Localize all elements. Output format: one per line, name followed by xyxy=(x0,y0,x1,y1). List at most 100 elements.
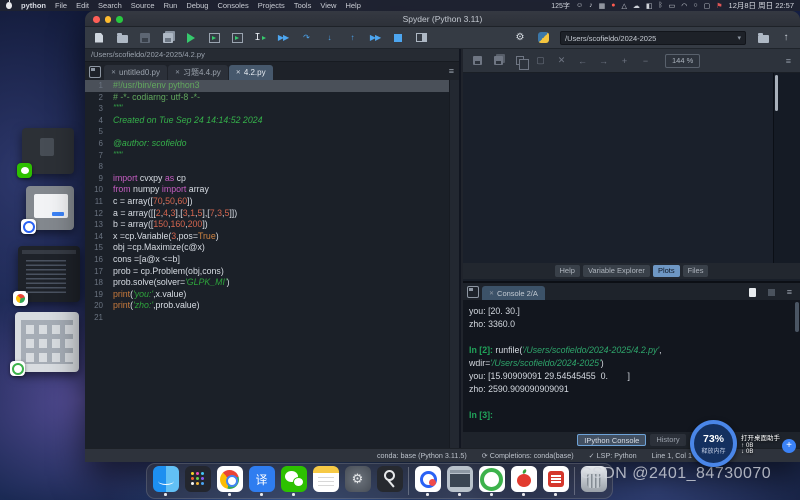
clipboard-icon[interactable] xyxy=(749,288,756,297)
assistant-plus-button[interactable]: + xyxy=(782,439,796,453)
working-directory-select[interactable]: /Users/scofieldo/2024-2025 ▾ xyxy=(560,31,746,45)
close-icon[interactable]: ✕ xyxy=(489,290,494,297)
red-apple-icon[interactable] xyxy=(511,466,537,492)
minimized-window-launchpad[interactable] xyxy=(15,312,79,372)
run-selection-button[interactable]: I xyxy=(254,32,266,44)
menu-file[interactable]: File xyxy=(55,1,67,10)
dock-item-red-apple[interactable] xyxy=(510,466,537,496)
step-out-button[interactable]: ↑ xyxy=(346,32,358,44)
input-flag-icon[interactable]: ⚑ xyxy=(716,2,722,10)
code-line-12[interactable]: 12a = array([[2,4,3],[3,1,5],[7,3,5]]) xyxy=(85,208,459,220)
bottom-tab-history[interactable]: History xyxy=(650,434,685,446)
display-icon[interactable]: ▢ xyxy=(704,2,711,10)
menu-source[interactable]: Source xyxy=(131,1,155,10)
console-tab[interactable]: ✕ Console 2/A xyxy=(482,286,545,300)
close-icon[interactable]: ✕ xyxy=(111,69,116,76)
preferences-wrench-icon[interactable]: ⚙ xyxy=(514,32,526,44)
code-line-8[interactable]: 8 xyxy=(85,161,459,173)
continue-button[interactable]: ▶▶ xyxy=(369,32,381,44)
settings-icon[interactable]: ⚙ xyxy=(345,466,371,492)
code-line-10[interactable]: 10from numpy import array xyxy=(85,184,459,196)
pane-tab-plots[interactable]: Plots xyxy=(653,265,680,277)
stop-debug-button[interactable] xyxy=(392,32,404,44)
code-editor[interactable]: 1#!/usr/bin/env python32# -*- codiarng: … xyxy=(85,80,459,448)
code-line-14[interactable]: 14x =cp.Variable(3,pos=True) xyxy=(85,231,459,243)
plots-save-all-button[interactable] xyxy=(493,55,504,66)
editor-tab-4.2.py[interactable]: ✕4.2.py xyxy=(229,65,273,80)
pane-tab-variable-explorer[interactable]: Variable Explorer xyxy=(583,265,650,277)
notes-icon[interactable] xyxy=(313,466,339,492)
menu-search[interactable]: Search xyxy=(98,1,122,10)
code-line-7[interactable]: 7""" xyxy=(85,150,459,162)
maximize-pane-button[interactable] xyxy=(415,32,427,44)
menubar-app-name[interactable]: python xyxy=(21,1,46,10)
cloud-sync-icon[interactable]: ☁ xyxy=(633,2,640,10)
menu-help[interactable]: Help xyxy=(345,1,360,10)
code-line-9[interactable]: 9import cvxpy as cp xyxy=(85,173,459,185)
step-into-button[interactable]: ↓ xyxy=(323,32,335,44)
code-line-15[interactable]: 15obj =cp.Maximize(c@x) xyxy=(85,242,459,254)
browse-tabs-button[interactable] xyxy=(89,66,101,78)
code-line-3[interactable]: 3""" xyxy=(85,103,459,115)
menu-edit[interactable]: Edit xyxy=(76,1,89,10)
code-line-11[interactable]: 11c = array([70,50,60]) xyxy=(85,196,459,208)
zoom-out-button[interactable]: − xyxy=(640,55,651,66)
code-line-20[interactable]: 20print('zho:',prob.value) xyxy=(85,300,459,312)
dock-item-translate[interactable]: 译 xyxy=(248,466,275,496)
code-line-18[interactable]: 18prob.solve(solver='GLPK_MI') xyxy=(85,277,459,289)
minimized-window-wechat[interactable] xyxy=(22,128,74,174)
dock-item-seal[interactable] xyxy=(542,466,569,496)
editor-tab-习题4.4.py[interactable]: ✕习题4.4.py xyxy=(168,65,228,80)
zoom-in-button[interactable]: + xyxy=(619,55,630,66)
code-line-6[interactable]: 6@author: scofieldo xyxy=(85,138,459,150)
console-scrollbar[interactable] xyxy=(795,302,799,332)
parent-directory-button[interactable]: ↑ xyxy=(780,32,792,44)
code-line-17[interactable]: 17prob = cp.Problem(obj,cons) xyxy=(85,266,459,278)
debug-file-button[interactable]: ▶▶ xyxy=(277,32,289,44)
plots-options-menu-icon[interactable]: ≡ xyxy=(786,56,791,66)
translate-icon[interactable]: 译 xyxy=(249,466,275,492)
step-over-button[interactable]: ↷ xyxy=(300,32,312,44)
memory-gauge[interactable]: 73% 释放内存 xyxy=(690,420,737,467)
titlebar[interactable]: Spyder (Python 3.11) xyxy=(85,11,800,27)
split-screen-icon[interactable]: ◧ xyxy=(646,2,653,10)
pane-tab-help[interactable]: Help xyxy=(555,265,580,277)
save-all-button[interactable] xyxy=(162,32,174,44)
bluetooth-icon[interactable]: ᛒ xyxy=(658,2,662,10)
menubar-clock[interactable]: 12月8日 周日 22:57 xyxy=(729,0,794,11)
code-line-2[interactable]: 2# -*- codiarng: utf-8 -*- xyxy=(85,92,459,104)
battery-icon[interactable]: ▭ xyxy=(669,2,676,10)
previous-figure-button[interactable]: ← xyxy=(577,55,588,66)
wechat-icon[interactable] xyxy=(281,466,307,492)
seal-icon[interactable] xyxy=(543,466,569,492)
bottom-tab-ipython-console[interactable]: IPython Console xyxy=(577,434,646,446)
menu-projects[interactable]: Projects xyxy=(258,1,285,10)
python-env-icon[interactable] xyxy=(537,32,549,44)
dock-item-baidu-netdisk[interactable] xyxy=(414,466,441,496)
plots-thumbnail-list[interactable] xyxy=(773,73,800,263)
dock-item-preview-window[interactable] xyxy=(446,466,473,496)
menu-view[interactable]: View xyxy=(320,1,336,10)
code-line-5[interactable]: 5 xyxy=(85,126,459,138)
dock-item-wechat[interactable] xyxy=(280,466,307,496)
keychain-icon[interactable] xyxy=(377,466,403,492)
code-line-4[interactable]: 4Created on Tue Sep 24 14:14:52 2024 xyxy=(85,115,459,127)
open-file-button[interactable] xyxy=(116,32,128,44)
menu-consoles[interactable]: Consoles xyxy=(217,1,248,10)
wifi-icon[interactable]: ◠ xyxy=(681,2,687,10)
console-options-menu-icon[interactable]: ≡ xyxy=(787,287,792,297)
chrome-icon[interactable] xyxy=(217,466,243,492)
emoji-icon[interactable]: ☺ xyxy=(576,2,583,10)
code-line-19[interactable]: 19print('you:',x.value) xyxy=(85,289,459,301)
launchpad-icon[interactable] xyxy=(185,466,211,492)
close-icon[interactable]: ✕ xyxy=(236,69,241,76)
preview-window-icon[interactable] xyxy=(447,466,473,492)
pane-tab-files[interactable]: Files xyxy=(683,265,709,277)
plots-scrollbar[interactable] xyxy=(775,75,778,111)
dock-item-green-ring[interactable] xyxy=(478,466,505,496)
screen-record-icon[interactable]: ● xyxy=(611,2,615,10)
dock-item-notes[interactable] xyxy=(312,466,339,496)
desktop-assistant-widget[interactable]: 73% 释放内存 打开桌面助手 ↑0B ↓0B + xyxy=(690,417,796,469)
minimized-window-chrome[interactable] xyxy=(18,246,80,302)
dock-item-finder[interactable] xyxy=(152,466,179,496)
